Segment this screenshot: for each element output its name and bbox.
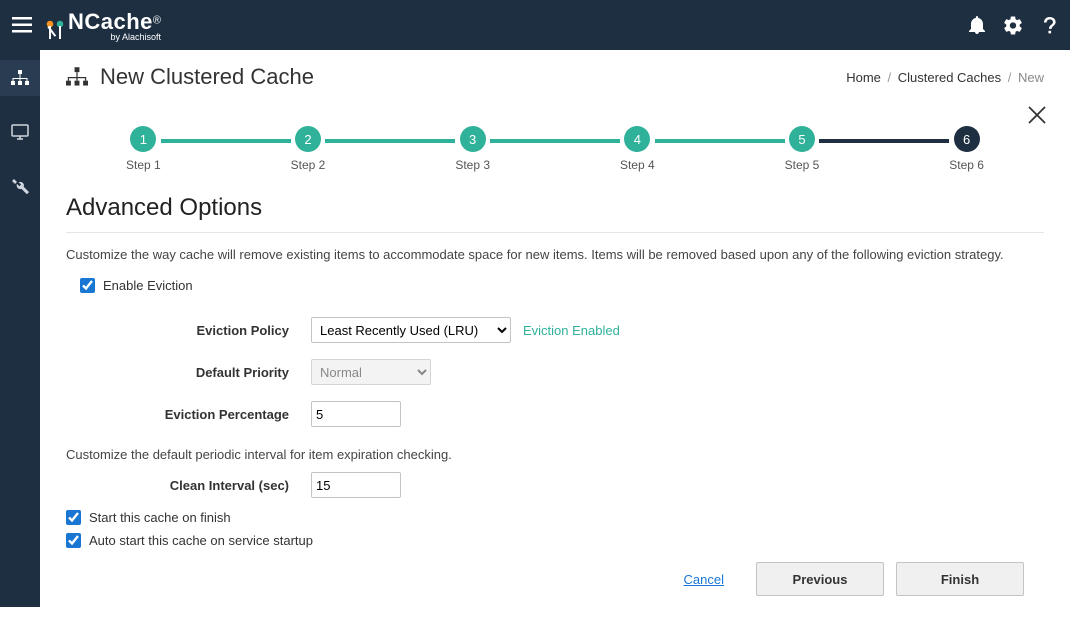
eviction-description: Customize the way cache will remove exis… bbox=[66, 247, 1044, 262]
sidebar-item-monitor[interactable] bbox=[0, 114, 40, 150]
stepper: 1Step 1 2Step 2 3Step 3 4Step 4 5Step 5 … bbox=[126, 126, 984, 172]
breadcrumb: Home / Clustered Caches / New bbox=[846, 70, 1044, 85]
finish-button[interactable]: Finish bbox=[896, 562, 1024, 596]
cancel-link[interactable]: Cancel bbox=[684, 572, 724, 587]
breadcrumb-home[interactable]: Home bbox=[846, 70, 881, 85]
eviction-policy-select[interactable]: Least Recently Used (LRU) bbox=[311, 317, 511, 343]
sidebar bbox=[0, 50, 40, 607]
eviction-enabled-hint: Eviction Enabled bbox=[523, 323, 620, 338]
step-4[interactable]: 4 bbox=[624, 126, 650, 152]
page-title: New Clustered Cache bbox=[100, 64, 314, 90]
step-6[interactable]: 6 bbox=[954, 126, 980, 152]
previous-button[interactable]: Previous bbox=[756, 562, 884, 596]
bell-icon[interactable] bbox=[968, 16, 986, 34]
default-priority-label: Default Priority bbox=[66, 365, 311, 380]
cluster-icon bbox=[66, 67, 88, 87]
sidebar-item-tools[interactable] bbox=[0, 168, 40, 204]
logo-icon bbox=[46, 20, 64, 42]
step-1[interactable]: 1 bbox=[130, 126, 156, 152]
eviction-policy-label: Eviction Policy bbox=[66, 323, 311, 338]
auto-start-checkbox[interactable] bbox=[66, 533, 81, 548]
eviction-percentage-label: Eviction Percentage bbox=[66, 407, 311, 422]
eviction-percentage-input[interactable] bbox=[311, 401, 401, 427]
close-icon[interactable] bbox=[1028, 106, 1046, 124]
breadcrumb-clustered[interactable]: Clustered Caches bbox=[898, 70, 1001, 85]
step-2[interactable]: 2 bbox=[295, 126, 321, 152]
topbar: NCache® by Alachisoft bbox=[0, 0, 1070, 50]
start-on-finish-label: Start this cache on finish bbox=[89, 510, 231, 525]
start-on-finish-checkbox[interactable] bbox=[66, 510, 81, 525]
sidebar-item-cluster[interactable] bbox=[0, 60, 40, 96]
settings-gear-icon[interactable] bbox=[1004, 16, 1022, 34]
product-logo: NCache® by Alachisoft bbox=[46, 9, 161, 42]
expiration-description: Customize the default periodic interval … bbox=[66, 447, 1044, 462]
default-priority-select: Normal bbox=[311, 359, 431, 385]
step-5[interactable]: 5 bbox=[789, 126, 815, 152]
enable-eviction-checkbox[interactable] bbox=[80, 278, 95, 293]
breadcrumb-current: New bbox=[1018, 70, 1044, 85]
enable-eviction-label: Enable Eviction bbox=[103, 278, 193, 293]
section-title: Advanced Options bbox=[66, 194, 1044, 222]
clean-interval-input[interactable] bbox=[311, 472, 401, 498]
logo-text: NCache bbox=[68, 9, 153, 34]
help-icon[interactable] bbox=[1040, 16, 1058, 34]
menu-toggle-icon[interactable] bbox=[12, 17, 32, 33]
auto-start-label: Auto start this cache on service startup bbox=[89, 533, 313, 548]
step-3[interactable]: 3 bbox=[460, 126, 486, 152]
clean-interval-label: Clean Interval (sec) bbox=[66, 478, 311, 493]
